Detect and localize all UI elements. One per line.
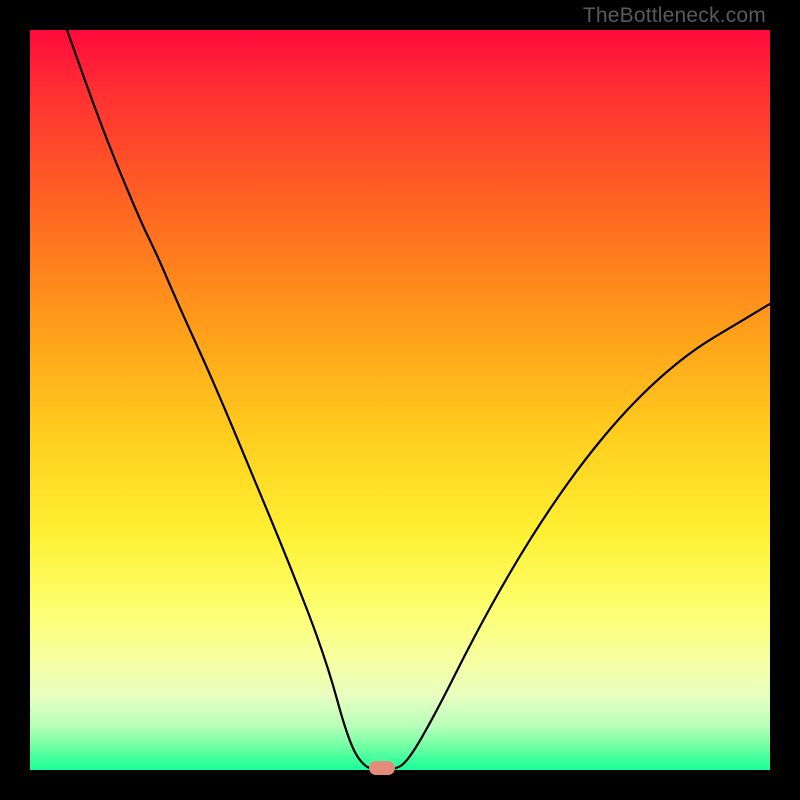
plot-area — [30, 30, 770, 770]
watermark-text: TheBottleneck.com — [583, 4, 766, 28]
chart-frame: TheBottleneck.com — [0, 0, 800, 800]
optimal-point-marker — [369, 761, 395, 775]
bottleneck-curve — [30, 30, 770, 770]
